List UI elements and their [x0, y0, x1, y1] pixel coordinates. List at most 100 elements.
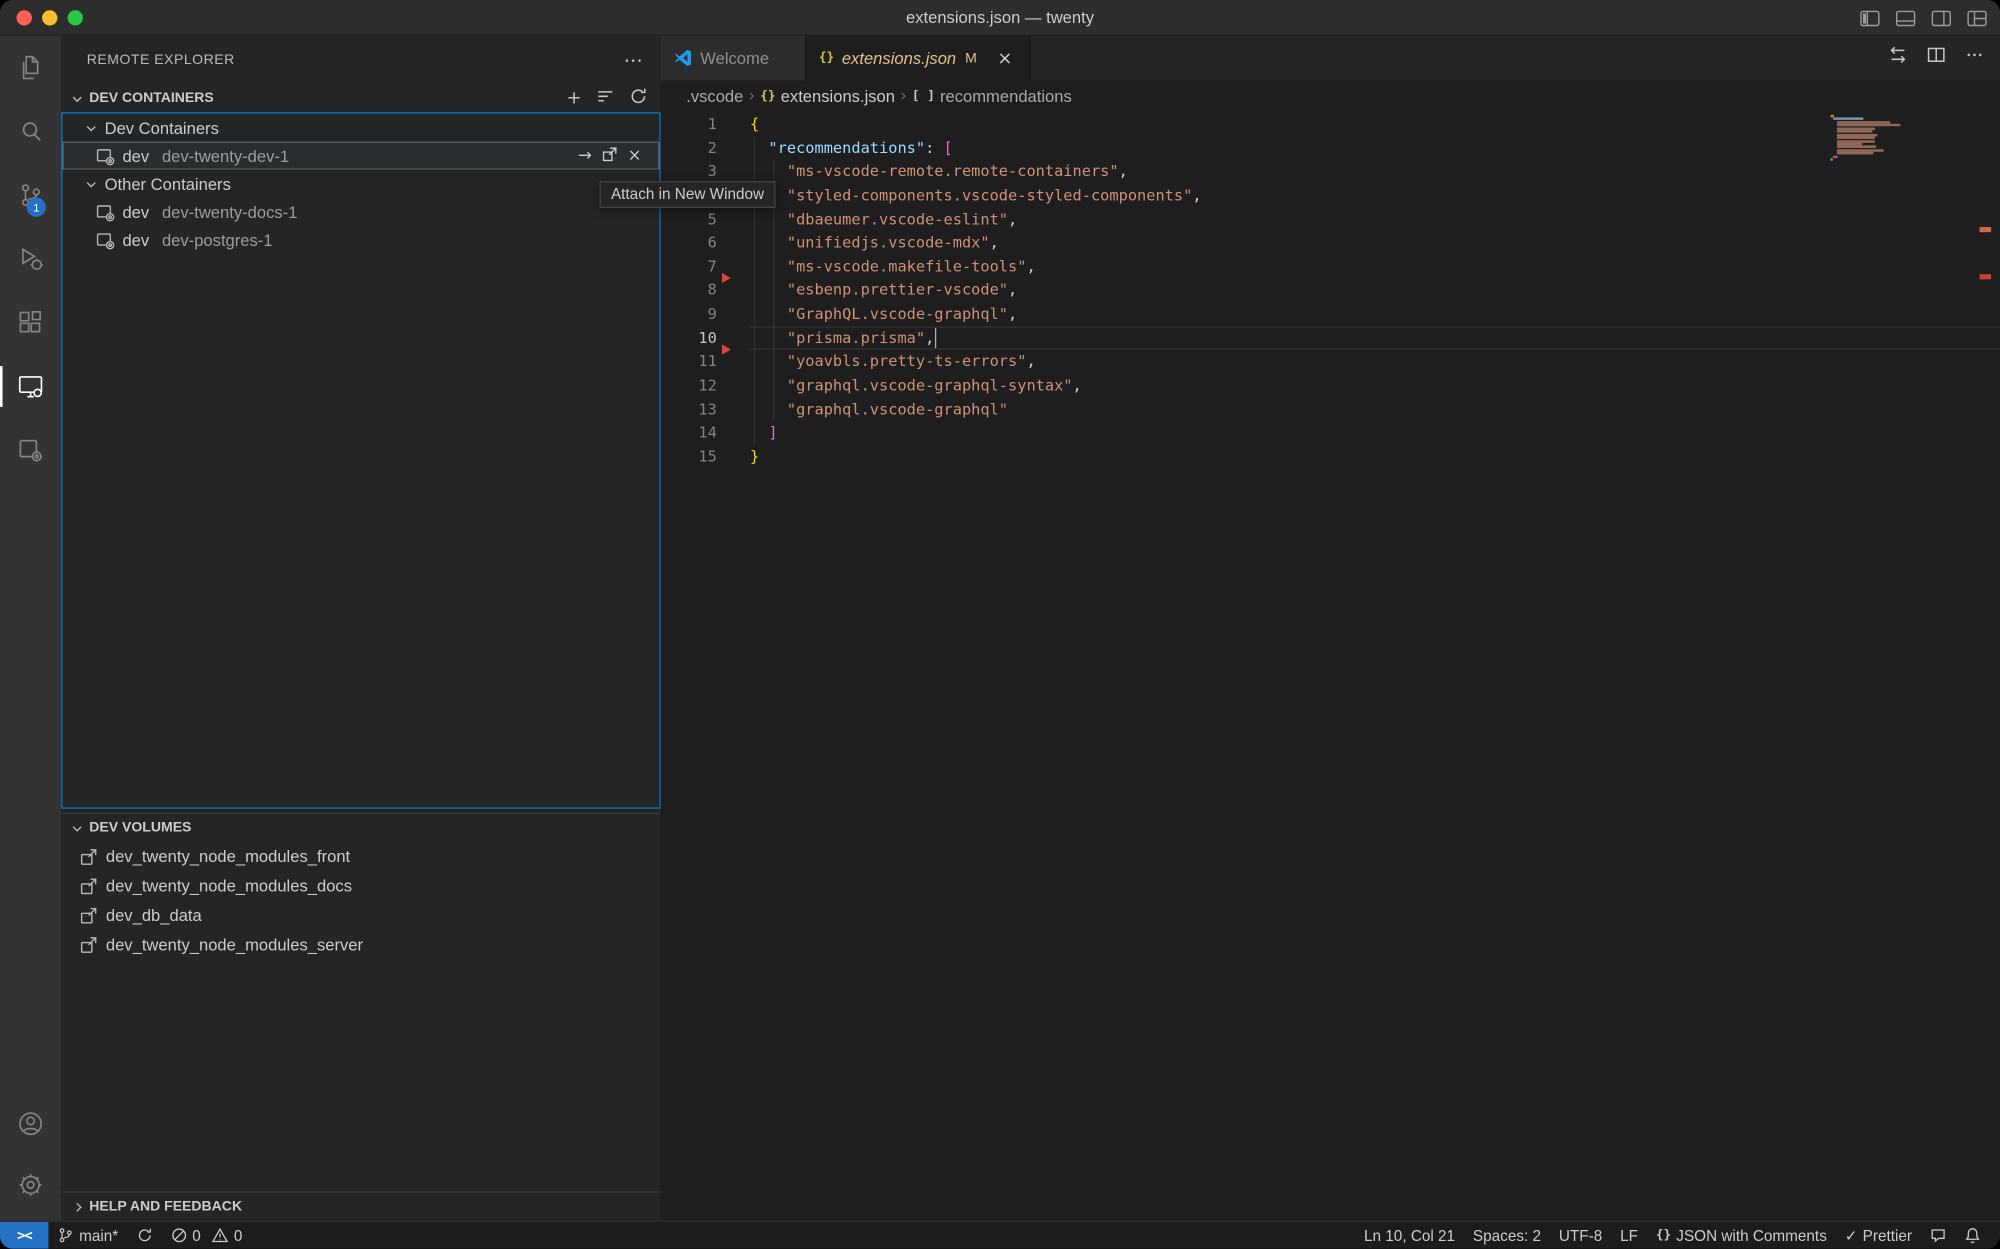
attach-container-icon[interactable]: →	[578, 147, 592, 164]
section-help-feedback[interactable]: HELP AND FEEDBACK	[61, 1191, 660, 1220]
code-token: ,	[1073, 376, 1082, 394]
split-editor-icon[interactable]	[1926, 45, 1946, 72]
text-cursor	[934, 327, 936, 347]
activity-bar-bottom	[0, 1093, 61, 1215]
run-debug-icon[interactable]	[0, 227, 61, 291]
minimap[interactable]	[1830, 115, 1951, 162]
code-editor[interactable]: 1{ 2 "recommendations": [ 3 "ms-vscode-r…	[661, 111, 2000, 1221]
volume-icon	[79, 906, 98, 925]
code-token: "esbenp.prettier-vscode"	[750, 281, 1008, 299]
code-token: ,	[990, 234, 999, 252]
attach-new-window-icon[interactable]	[601, 145, 619, 167]
accounts-icon[interactable]	[0, 1093, 61, 1154]
branch-icon	[57, 1227, 74, 1244]
code-line[interactable]: 9 "GraphQL.vscode-graphql",	[661, 302, 2000, 326]
search-icon[interactable]	[0, 99, 61, 163]
code-token: "unifiedjs.vscode-mdx"	[750, 234, 990, 252]
code-token: ,	[1008, 305, 1017, 323]
tree-item-dev-postgres[interactable]: dev dev-postgres-1	[63, 226, 660, 254]
feedback-icon[interactable]	[1921, 1222, 1955, 1249]
code-line[interactable]: 11 "yoavbls.pretty-ts-errors",	[661, 350, 2000, 374]
filter-list-icon[interactable]	[596, 87, 615, 110]
code-line[interactable]: 1{	[661, 112, 2000, 136]
status-encoding[interactable]: UTF-8	[1550, 1222, 1611, 1249]
code-token: ,	[1119, 162, 1128, 180]
chevron-down-icon	[73, 92, 82, 101]
editor-more-actions-icon[interactable]	[1964, 45, 1984, 72]
code-line[interactable]: 7 "ms-vscode.makefile-tools",	[661, 255, 2000, 279]
sidebar-remote-explorer: REMOTE EXPLORER ⋯ DEV CONTAINERS + Dev C…	[61, 36, 660, 1221]
editor-actions	[1888, 36, 2000, 81]
settings-gear-icon[interactable]	[0, 1154, 61, 1215]
volume-icon	[79, 935, 98, 954]
volume-icon	[79, 847, 98, 866]
vscode-window: extensions.json — twenty 1	[0, 0, 2000, 1249]
status-eol[interactable]: LF	[1611, 1222, 1647, 1249]
close-tab-icon[interactable]: ×	[993, 48, 1016, 68]
breadcrumb-symbol[interactable]: recommendations	[940, 86, 1072, 105]
tree-group-dev-containers[interactable]: Dev Containers	[63, 114, 660, 142]
code-line-current[interactable]: 10 "prisma.prisma",	[661, 326, 2000, 350]
remote-indicator[interactable]: ><	[0, 1222, 48, 1249]
tree-item-dev-twenty-docs[interactable]: dev dev-twenty-docs-1	[63, 198, 660, 226]
extensions-icon[interactable]	[0, 291, 61, 355]
code-token: "dbaeumer.vscode-eslint"	[750, 210, 1008, 228]
json-file-icon: {}	[760, 89, 775, 103]
code-token: "ms-vscode.makefile-tools"	[750, 257, 1026, 275]
code-line[interactable]: 6 "unifiedjs.vscode-mdx",	[661, 231, 2000, 255]
code-line[interactable]: 3 "ms-vscode-remote.remote-containers",	[661, 160, 2000, 184]
tree-group-other-containers[interactable]: Other Containers	[63, 170, 660, 198]
braces-icon: {}	[1656, 1228, 1671, 1242]
status-indentation[interactable]: Spaces: 2	[1464, 1222, 1550, 1249]
volume-item[interactable]: dev_db_data	[61, 901, 660, 930]
status-line-col[interactable]: Ln 10, Col 21	[1355, 1222, 1464, 1249]
toggle-secondary-sidebar-icon[interactable]	[1931, 8, 1951, 27]
breadcrumb-folder[interactable]: .vscode	[686, 86, 743, 105]
code-line[interactable]: 4 "styled-components.vscode-styled-compo…	[661, 184, 2000, 208]
status-language-mode[interactable]: {} JSON with Comments	[1647, 1222, 1836, 1249]
volume-item[interactable]: dev_twenty_node_modules_front	[61, 842, 660, 871]
code-token: ,	[1026, 352, 1035, 370]
more-actions-icon[interactable]: ⋯	[624, 48, 643, 71]
code-line[interactable]: 2 "recommendations": [	[661, 136, 2000, 160]
code-line[interactable]: 12 "graphql.vscode-graphql-syntax",	[661, 374, 2000, 398]
stop-container-icon[interactable]: ×	[628, 147, 642, 164]
section-dev-containers[interactable]: DEV CONTAINERS +	[61, 84, 660, 112]
plus-icon[interactable]: +	[567, 89, 582, 107]
warning-icon	[212, 1227, 229, 1244]
code-token: "graphql.vscode-graphql"	[750, 400, 1008, 418]
overview-ruler-mark	[1980, 227, 1991, 232]
dev-containers-icon[interactable]	[0, 418, 61, 482]
code-line[interactable]: 14 ]	[661, 421, 2000, 445]
breadcrumb-separator: ›	[900, 86, 907, 105]
chevron-down-icon	[87, 122, 96, 131]
toggle-primary-sidebar-icon[interactable]	[1860, 8, 1880, 27]
dev-volumes-header[interactable]: DEV VOLUMES	[61, 813, 660, 842]
source-control-icon[interactable]: 1	[0, 163, 61, 227]
refresh-icon[interactable]	[629, 87, 648, 110]
breadcrumb-separator: ›	[748, 86, 755, 105]
code-line[interactable]: 13 "graphql.vscode-graphql"	[661, 397, 2000, 421]
open-changes-icon[interactable]	[1888, 45, 1908, 72]
sync-changes-item[interactable]	[127, 1222, 161, 1249]
problems-item[interactable]: 0 0	[162, 1222, 252, 1249]
status-formatter[interactable]: ✓ Prettier	[1836, 1222, 1921, 1249]
code-line[interactable]: 8 "esbenp.prettier-vscode",	[661, 279, 2000, 303]
git-branch-item[interactable]: main*	[48, 1222, 127, 1249]
code-line[interactable]: 15}	[661, 445, 2000, 469]
code-line[interactable]: 5 "dbaeumer.vscode-eslint",	[661, 207, 2000, 231]
customize-layout-icon[interactable]	[1967, 8, 1987, 27]
notifications-bell-icon[interactable]	[1955, 1222, 1989, 1249]
toggle-panel-icon[interactable]	[1895, 8, 1915, 27]
sidebar-header: REMOTE EXPLORER ⋯	[61, 36, 660, 84]
volume-item[interactable]: dev_twenty_node_modules_server	[61, 930, 660, 959]
tree-item-dev-twenty-dev[interactable]: dev dev-twenty-dev-1 → ×	[63, 142, 660, 170]
tooltip: Attach in New Window	[599, 181, 775, 208]
tab-welcome[interactable]: Welcome	[661, 36, 806, 81]
volume-item[interactable]: dev_twenty_node_modules_docs	[61, 871, 660, 900]
tab-extensions-json[interactable]: {} extensions.json M ×	[806, 36, 1030, 81]
explorer-icon[interactable]	[0, 36, 61, 100]
remote-explorer-icon[interactable]	[0, 355, 61, 419]
breadcrumb-file[interactable]: extensions.json	[781, 86, 895, 105]
code-token: "prisma.prisma"	[750, 329, 925, 347]
